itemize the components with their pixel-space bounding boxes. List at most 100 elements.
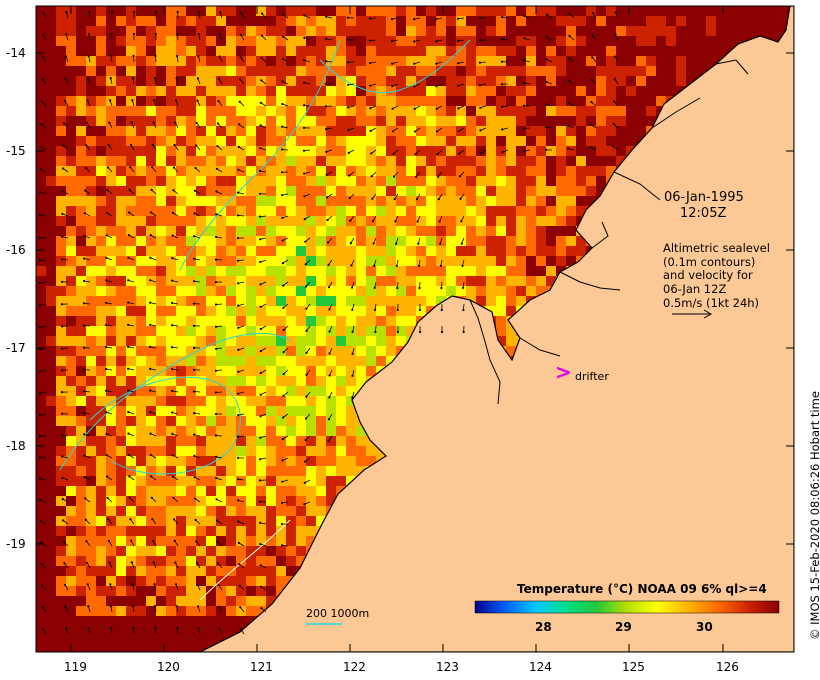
sst-pixel xyxy=(86,56,96,66)
sst-pixel xyxy=(206,266,216,276)
sst-pixel xyxy=(436,16,446,26)
sst-pixel xyxy=(346,226,356,236)
sst-pixel xyxy=(196,56,206,66)
sst-pixel xyxy=(226,506,236,516)
sst-pixel xyxy=(66,86,76,96)
sst-pixel xyxy=(136,236,146,246)
sst-pixel xyxy=(46,56,56,66)
sst-pixel xyxy=(196,396,206,406)
sst-pixel xyxy=(336,226,346,236)
sst-pixel xyxy=(396,206,406,216)
sst-pixel xyxy=(96,646,106,652)
sst-pixel xyxy=(236,266,246,276)
sst-pixel xyxy=(516,236,526,246)
sst-pixel xyxy=(456,166,466,176)
sst-pixel xyxy=(206,16,216,26)
sst-pixel xyxy=(416,26,426,36)
sst-pixel xyxy=(46,266,56,276)
sst-pixel xyxy=(656,86,666,96)
sst-pixel xyxy=(226,176,236,186)
sst-pixel xyxy=(226,486,236,496)
sst-pixel xyxy=(166,286,176,296)
sst-pixel xyxy=(216,426,226,436)
sst-pixel xyxy=(306,136,316,146)
sst-pixel xyxy=(316,206,326,216)
sst-pixel xyxy=(496,206,506,216)
sst-pixel xyxy=(336,236,346,246)
sst-pixel xyxy=(466,196,476,206)
sst-pixel xyxy=(146,396,156,406)
sst-pixel xyxy=(226,126,236,136)
sst-pixel xyxy=(266,276,276,286)
sst-pixel xyxy=(156,36,166,46)
sst-pixel xyxy=(176,286,186,296)
sst-pixel xyxy=(206,56,216,66)
sst-pixel xyxy=(66,246,76,256)
sst-pixel xyxy=(66,436,76,446)
sst-pixel xyxy=(56,636,66,646)
sst-pixel xyxy=(116,276,126,286)
sst-pixel xyxy=(566,56,576,66)
sst-pixel xyxy=(256,186,266,196)
sst-pixel xyxy=(106,366,116,376)
sst-pixel xyxy=(186,446,196,456)
sst-pixel xyxy=(316,186,326,196)
sst-pixel xyxy=(96,226,106,236)
sst-pixel xyxy=(86,536,96,546)
sst-pixel xyxy=(426,236,436,246)
sst-pixel xyxy=(426,26,436,36)
sst-pixel xyxy=(276,286,286,296)
sst-pixel xyxy=(166,296,176,306)
sst-pixel xyxy=(716,16,726,26)
sst-pixel xyxy=(56,6,66,16)
sst-pixel xyxy=(206,326,216,336)
sst-pixel xyxy=(186,206,196,216)
sst-pixel xyxy=(416,96,426,106)
sst-pixel xyxy=(256,96,266,106)
sst-pixel xyxy=(466,116,476,126)
sst-pixel xyxy=(306,196,316,206)
sst-pixel xyxy=(356,56,366,66)
sst-pixel xyxy=(186,56,196,66)
sst-pixel xyxy=(156,546,166,556)
sst-pixel xyxy=(296,156,306,166)
sst-pixel xyxy=(696,26,706,36)
sst-pixel xyxy=(96,216,106,226)
sst-pixel xyxy=(96,96,106,106)
sst-pixel xyxy=(276,326,286,336)
sst-pixel xyxy=(446,136,456,146)
sst-pixel xyxy=(196,446,206,456)
sst-pixel xyxy=(156,256,166,266)
sst-pixel xyxy=(166,576,176,586)
sst-pixel xyxy=(196,246,206,256)
sst-pixel xyxy=(166,256,176,266)
sst-pixel xyxy=(656,16,666,26)
sst-pixel xyxy=(196,356,206,366)
sst-pixel xyxy=(246,536,256,546)
sst-pixel xyxy=(566,236,576,246)
sst-pixel xyxy=(86,146,96,156)
sst-pixel xyxy=(126,646,136,652)
sst-pixel xyxy=(86,266,96,276)
sst-pixel xyxy=(596,46,606,56)
sst-pixel xyxy=(36,596,46,606)
sst-pixel xyxy=(166,396,176,406)
sst-pixel xyxy=(56,416,66,426)
sst-pixel xyxy=(206,366,216,376)
sst-pixel xyxy=(186,46,196,56)
sst-pixel xyxy=(56,66,66,76)
sst-pixel xyxy=(116,566,126,576)
sst-pixel xyxy=(126,126,136,136)
sst-pixel xyxy=(536,76,546,86)
sst-pixel xyxy=(266,356,276,366)
sst-pixel xyxy=(116,66,126,76)
sst-pixel xyxy=(336,466,346,476)
sst-pixel xyxy=(216,106,226,116)
sst-pixel xyxy=(176,356,186,366)
sst-pixel xyxy=(296,186,306,196)
sst-pixel xyxy=(96,156,106,166)
sst-pixel xyxy=(336,366,346,376)
sst-pixel xyxy=(386,136,396,146)
sst-pixel xyxy=(266,466,276,476)
sst-pixel xyxy=(446,156,456,166)
